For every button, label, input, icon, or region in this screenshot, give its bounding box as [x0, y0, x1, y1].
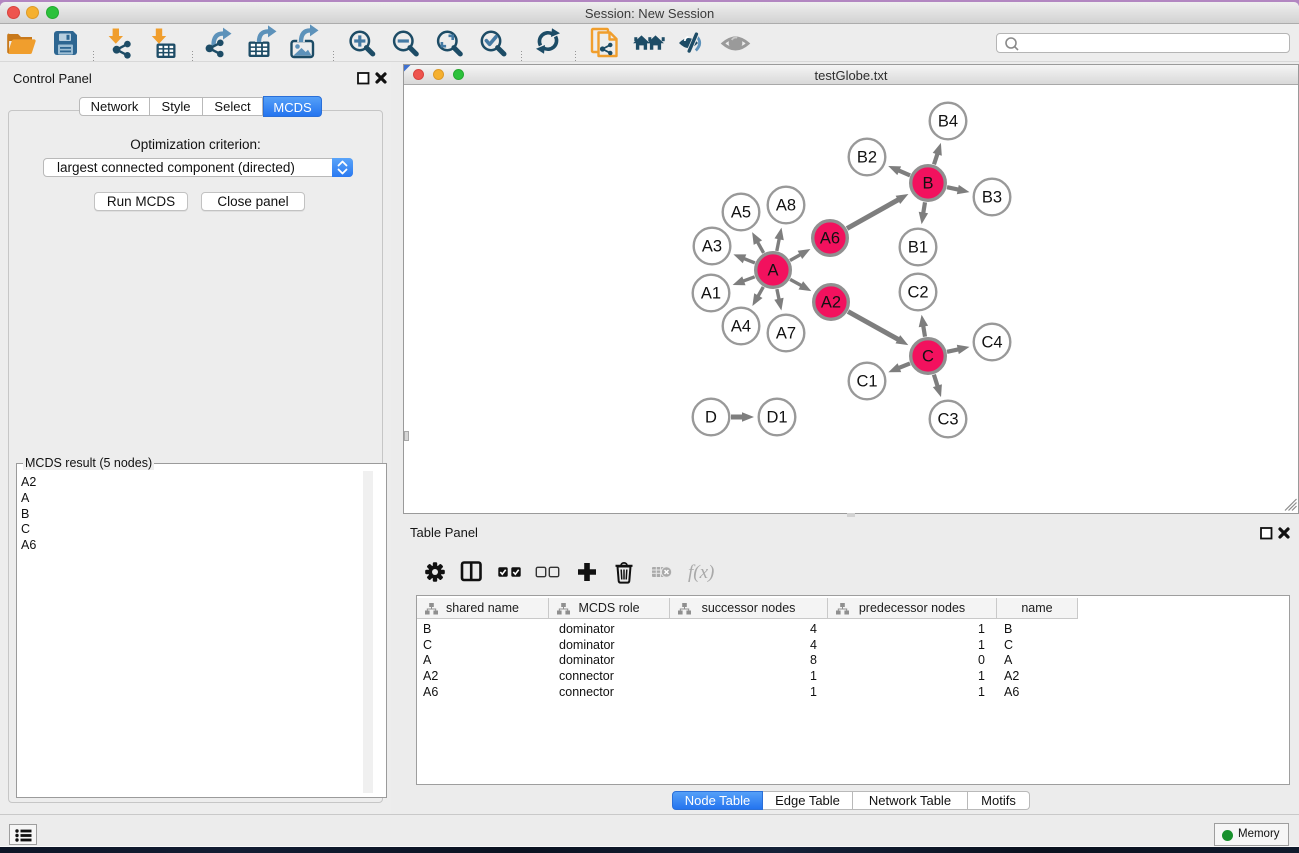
svg-text:A6: A6	[820, 230, 840, 248]
svg-text:C4: C4	[981, 334, 1002, 352]
svg-text:A7: A7	[776, 325, 796, 343]
svg-text:A3: A3	[702, 238, 722, 256]
svg-text:A4: A4	[731, 318, 751, 336]
svg-text:A2: A2	[821, 294, 841, 312]
svg-text:B3: B3	[982, 189, 1002, 207]
svg-text:C1: C1	[856, 373, 877, 391]
svg-text:B1: B1	[908, 239, 928, 257]
svg-text:B: B	[922, 175, 933, 193]
svg-text:C2: C2	[907, 284, 928, 302]
svg-text:A8: A8	[776, 197, 796, 215]
svg-text:A5: A5	[731, 204, 751, 222]
svg-text:C: C	[922, 348, 934, 366]
svg-text:D1: D1	[766, 409, 787, 427]
svg-text:f(x): f(x)	[688, 562, 714, 583]
svg-text:A: A	[767, 262, 778, 280]
svg-text:C3: C3	[937, 411, 958, 429]
svg-text:D: D	[705, 409, 717, 427]
svg-text:B2: B2	[857, 149, 877, 167]
svg-text:B4: B4	[938, 113, 958, 131]
svg-text:A1: A1	[701, 285, 721, 303]
